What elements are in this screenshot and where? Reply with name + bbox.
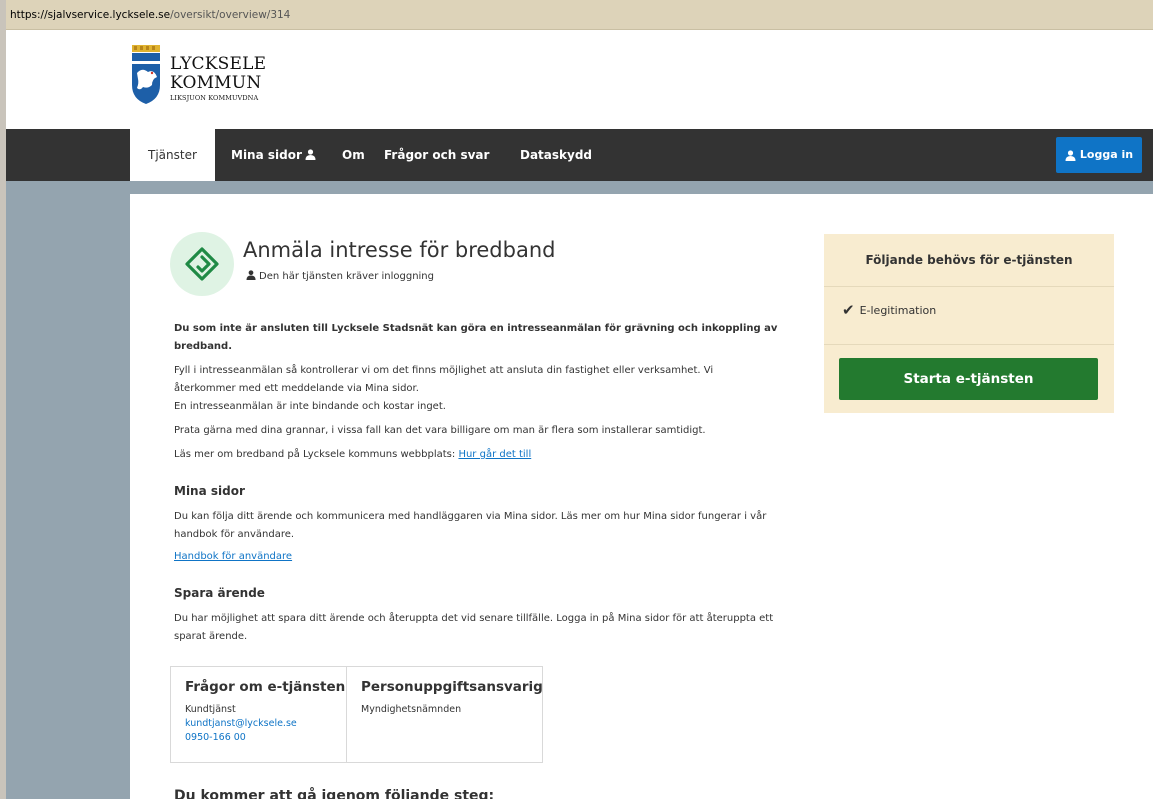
spara-line: sparat ärende. bbox=[174, 631, 248, 642]
nav-tab-label: Dataskydd bbox=[520, 148, 593, 162]
description-line: Fyll i intresseanmälan så kontrollerar v… bbox=[174, 365, 714, 376]
url-path: /oversikt/overview/314 bbox=[170, 9, 291, 21]
panel-divider bbox=[824, 344, 1114, 345]
read-more-text: Läs mer om bredband på Lycksele kommuns … bbox=[174, 449, 456, 460]
site-logo[interactable]: LYCKSELE KOMMUN LIKSJUON KOMMUVDNA bbox=[130, 45, 300, 115]
logo-line-sami: LIKSJUON KOMMUVDNA bbox=[170, 94, 259, 102]
requirements-title: Följande behövs för e-tjänsten bbox=[824, 234, 1114, 287]
coat-of-arms-icon bbox=[132, 45, 160, 104]
data-controller-name: Myndighetsnämnden bbox=[361, 704, 462, 715]
data-controller-column: Personuppgiftsansvarig Myndighetsnämnden bbox=[347, 667, 543, 762]
requirement-label: E-legitimation bbox=[859, 304, 937, 317]
url-host: https://sjalvservice.lycksele.se bbox=[10, 9, 171, 21]
read-more-paragraph: Läs mer om bredband på Lycksele kommuns … bbox=[174, 446, 531, 464]
user-icon bbox=[246, 270, 256, 280]
nav-tab-tjanster[interactable]: Tjänster bbox=[130, 129, 215, 181]
spara-line: Du har möjlighet att spara ditt ärende o… bbox=[174, 613, 774, 624]
service-icon bbox=[170, 232, 234, 296]
mina-sidor-line: handbok för användare. bbox=[174, 529, 295, 540]
contact-phone-link[interactable]: 0950-166 00 bbox=[185, 731, 332, 745]
requirement-item: ✔ E-legitimation bbox=[842, 301, 936, 319]
login-button[interactable]: Logga in bbox=[1056, 137, 1142, 173]
description-paragraph: Fyll i intresseanmälan så kontrollerar v… bbox=[174, 362, 713, 416]
handbok-link[interactable]: Handbok för användare bbox=[174, 551, 292, 562]
login-required-note: Den här tjänsten kräver inloggning bbox=[246, 270, 434, 282]
intro-line: bredband. bbox=[174, 341, 233, 352]
mina-sidor-text: Du kan följa ditt ärende och kommunicera… bbox=[174, 508, 766, 544]
mina-sidor-line: Du kan följa ditt ärende och kommunicera… bbox=[174, 511, 767, 522]
address-bar[interactable]: https://sjalvservice.lycksele.se/oversik… bbox=[6, 0, 1153, 30]
site-header: LYCKSELE KOMMUN LIKSJUON KOMMUVDNA bbox=[6, 31, 1153, 129]
description-line: En intresseanmälan är inte bindande och … bbox=[174, 401, 446, 412]
page-title: Anmäla intresse för bredband bbox=[243, 238, 556, 262]
contact-questions-column: Frågor om e-tjänsten Kundtjänst kundtjan… bbox=[171, 667, 347, 762]
nav-tab-label: Tjänster bbox=[148, 148, 197, 162]
mina-sidor-heading: Mina sidor bbox=[174, 484, 245, 498]
nav-tab-label: Mina sidor bbox=[231, 148, 302, 162]
start-e-service-button[interactable]: Starta e-tjänsten bbox=[839, 358, 1098, 400]
nav-tab-mina-sidor[interactable]: Mina sidor bbox=[231, 129, 316, 181]
logo-line-lycksele: LYCKSELE bbox=[170, 54, 267, 74]
contact-questions-title: Frågor om e-tjänsten bbox=[185, 679, 346, 695]
broadband-diamond-icon bbox=[185, 247, 219, 281]
login-label: Logga in bbox=[1079, 148, 1134, 161]
spara-arende-text: Du har möjlighet att spara ditt ärende o… bbox=[174, 610, 773, 646]
nav-tab-dataskydd[interactable]: Dataskydd bbox=[520, 129, 592, 181]
contact-email-link[interactable]: kundtjanst@lycksele.se bbox=[185, 717, 332, 731]
description-line: återkommer med ett meddelande via Mina s… bbox=[174, 383, 419, 394]
hur-gar-det-till-link[interactable]: Hur går det till bbox=[458, 449, 531, 460]
intro-text: Du som inte är ansluten till Lycksele St… bbox=[174, 320, 777, 356]
user-icon bbox=[305, 130, 316, 182]
neighbour-tip: Prata gärna med dina grannar, i vissa fa… bbox=[174, 425, 706, 436]
login-required-text: Den här tjänsten kräver inloggning bbox=[259, 271, 434, 282]
nav-tab-label: Om bbox=[342, 148, 365, 162]
data-controller-title: Personuppgiftsansvarig bbox=[361, 679, 543, 695]
contact-name: Kundtjänst bbox=[185, 704, 236, 715]
checkmark-icon: ✔ bbox=[842, 301, 855, 319]
nav-tab-label: Frågor och svar bbox=[384, 148, 490, 162]
intro-line: Du som inte är ansluten till Lycksele St… bbox=[174, 323, 778, 334]
contact-info-box: Frågor om e-tjänsten Kundtjänst kundtjan… bbox=[170, 666, 543, 763]
nav-tab-om[interactable]: Om bbox=[342, 129, 365, 181]
logo-text: LYCKSELE KOMMUN LIKSJUON KOMMUVDNA bbox=[170, 55, 266, 103]
main-navigation: Tjänster Mina sidor Om Frågor och svar D… bbox=[6, 129, 1153, 181]
nav-tab-fragor-och-svar[interactable]: Frågor och svar bbox=[384, 129, 489, 181]
logo-line-kommun: KOMMUN bbox=[170, 73, 262, 93]
steps-heading: Du kommer att gå igenom följande steg: bbox=[174, 788, 495, 799]
user-icon bbox=[1065, 149, 1076, 161]
requirements-panel: Följande behövs för e-tjänsten ✔ E-legiti… bbox=[824, 234, 1114, 413]
browser-window: https://sjalvservice.lycksele.se/oversik… bbox=[0, 0, 1153, 799]
handbok-link-row: Handbok för användare bbox=[174, 548, 292, 566]
spara-arende-heading: Spara ärende bbox=[174, 586, 265, 600]
